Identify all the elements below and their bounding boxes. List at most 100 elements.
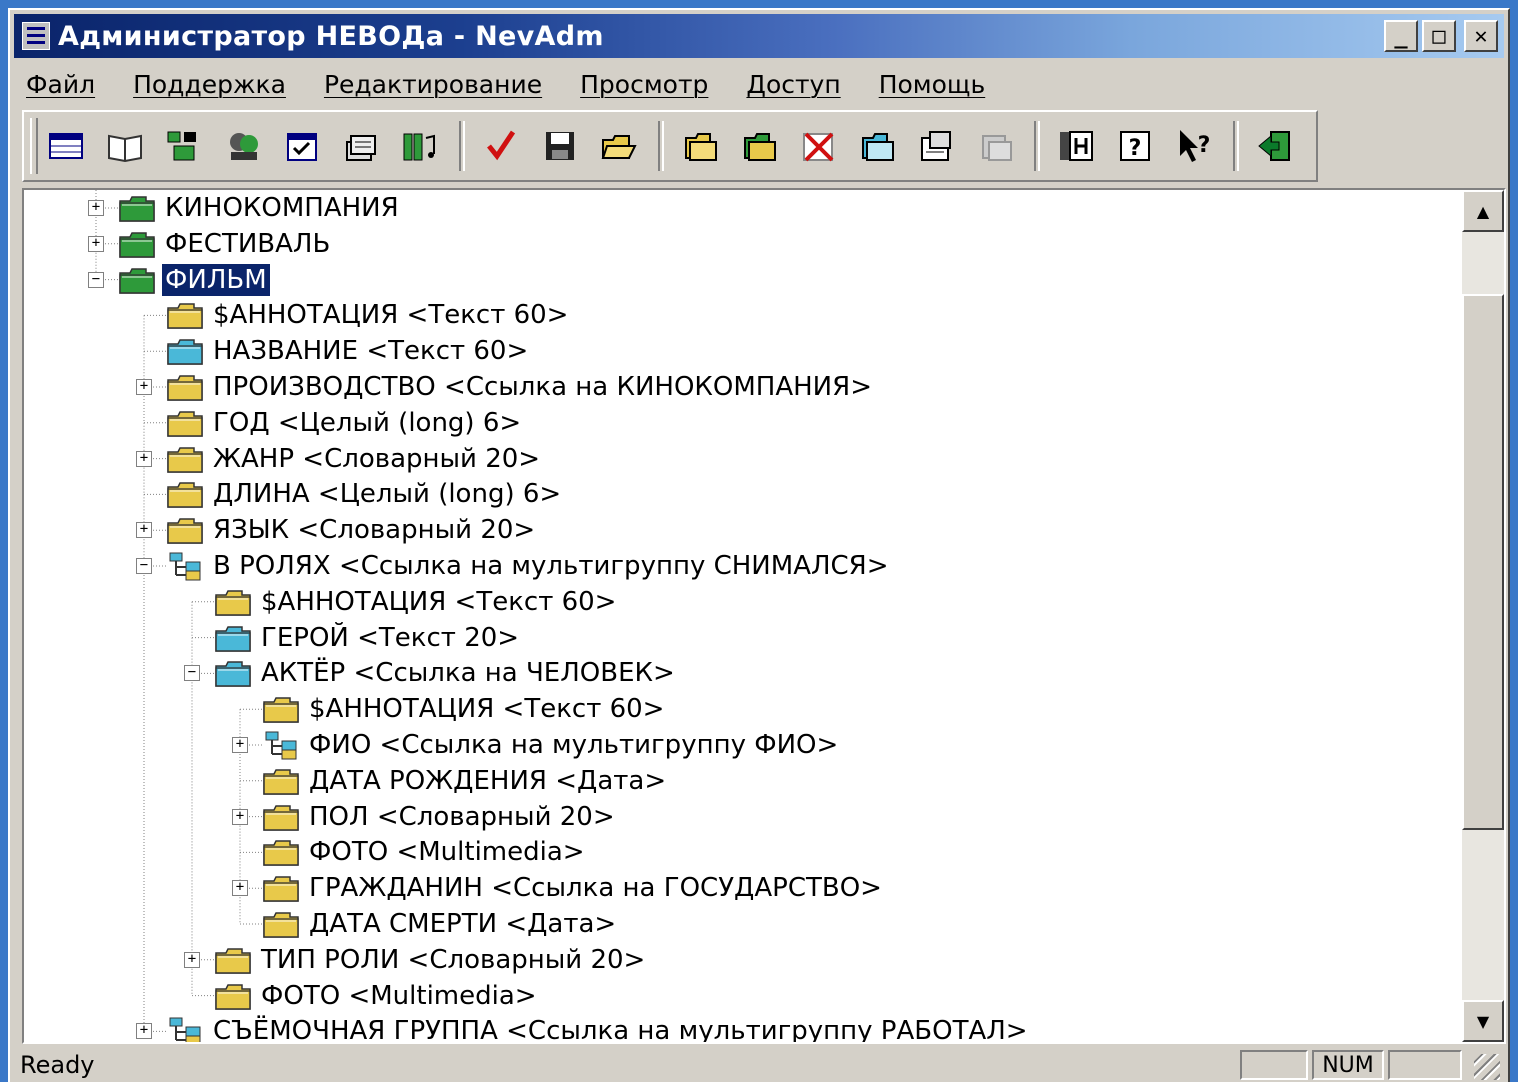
tree-node-label[interactable]: ГЕРОЙ <Текст 20>: [258, 622, 522, 654]
tree-node[interactable]: $АННОТАЦИЯ <Текст 60>: [24, 298, 1424, 332]
index-button[interactable]: [1052, 122, 1100, 170]
tree-node[interactable]: ДЛИНА <Целый (long) 6>: [24, 477, 1424, 511]
book-button[interactable]: [101, 122, 149, 170]
tree-node-label[interactable]: ДЛИНА <Целый (long) 6>: [210, 478, 564, 510]
menu-view[interactable]: Просмотр: [576, 68, 712, 101]
tree-node[interactable]: $АННОТАЦИЯ <Текст 60>: [24, 692, 1424, 726]
scroll-up-button[interactable]: ▲: [1462, 190, 1504, 232]
tree-node-label[interactable]: ДАТА РОЖДЕНИЯ <Дата>: [306, 765, 669, 797]
music-button[interactable]: [396, 122, 444, 170]
tree-node-label[interactable]: ГРАЖДАНИН <Ссылка на ГОСУДАРСТВО>: [306, 872, 885, 904]
tree-node[interactable]: ДАТА СМЕРТИ <Дата>: [24, 907, 1424, 941]
tree-node[interactable]: + ПРОИЗВОДСТВО <Ссылка на КИНОКОМПАНИЯ>: [24, 370, 1424, 404]
vertical-scrollbar[interactable]: ▲ ▼: [1462, 190, 1504, 1042]
expand-icon[interactable]: +: [136, 450, 152, 467]
maximize-button[interactable]: □: [1422, 20, 1456, 52]
minimize-button[interactable]: _: [1384, 20, 1418, 52]
tree-node[interactable]: НАЗВАНИЕ <Текст 60>: [24, 334, 1424, 368]
tree-node[interactable]: ГОД <Целый (long) 6>: [24, 406, 1424, 440]
tree-node-label[interactable]: В РОЛЯХ <Ссылка на мультигруппу СНИМАЛСЯ…: [210, 550, 892, 582]
expand-icon[interactable]: +: [232, 880, 248, 897]
table-button[interactable]: [42, 122, 90, 170]
tree-node[interactable]: + ТИП РОЛИ <Словарный 20>: [24, 943, 1424, 977]
scroll-thumb[interactable]: [1462, 294, 1504, 830]
tree-view[interactable]: + КИНОКОМПАНИЯ + ФЕСТИВАЛЬ − ФИЛЬМ $АННОТАЦИЯ …: [22, 188, 1506, 1044]
tree-node[interactable]: ФОТО <Multimedia>: [24, 835, 1424, 869]
open-folder-button[interactable]: [595, 122, 643, 170]
expand-icon[interactable]: +: [184, 951, 200, 968]
expand-icon[interactable]: +: [136, 379, 152, 395]
expand-icon[interactable]: +: [232, 737, 248, 753]
collapse-icon[interactable]: −: [88, 271, 104, 288]
resize-grip[interactable]: [1474, 1054, 1500, 1080]
tree-node-label[interactable]: КИНОКОМПАНИЯ: [162, 192, 402, 224]
menu-support[interactable]: Поддержка: [129, 68, 290, 101]
scroll-down-button[interactable]: ▼: [1462, 1000, 1504, 1042]
expand-icon[interactable]: +: [136, 522, 152, 539]
tree-node[interactable]: − АКТЁР <Ссылка на ЧЕЛОВЕК>: [24, 656, 1424, 690]
tree-node-label[interactable]: НАЗВАНИЕ <Текст 60>: [210, 335, 531, 367]
help-button[interactable]: ?: [1111, 122, 1159, 170]
tree-node[interactable]: + КИНОКОМПАНИЯ: [24, 191, 1424, 225]
tree-node-label[interactable]: ДАТА СМЕРТИ <Дата>: [306, 908, 619, 940]
tree-node[interactable]: ДАТА РОЖДЕНИЯ <Дата>: [24, 764, 1424, 798]
tree-node[interactable]: + СЪЁМОЧНАЯ ГРУППА <Ссылка на мультигрупп…: [24, 1014, 1424, 1042]
delete-button[interactable]: [794, 122, 842, 170]
toolbar-grip[interactable]: [30, 118, 38, 174]
check-icon: [487, 130, 516, 161]
tree-node-label[interactable]: ЖАНР <Словарный 20>: [210, 443, 543, 475]
disabled-item-button[interactable]: [971, 122, 1019, 170]
menu-file[interactable]: Файл: [22, 68, 99, 101]
exit-button[interactable]: [1251, 122, 1299, 170]
tree-node-label[interactable]: $АННОТАЦИЯ <Текст 60>: [210, 299, 571, 331]
menu-help[interactable]: Помощь: [875, 68, 990, 101]
tree-node-label[interactable]: ПРОИЗВОДСТВО <Ссылка на КИНОКОМПАНИЯ>: [210, 371, 875, 403]
tree-node-label[interactable]: $АННОТАЦИЯ <Текст 60>: [258, 586, 619, 618]
tree-node-label[interactable]: ТИП РОЛИ <Словарный 20>: [258, 944, 648, 976]
collapse-icon[interactable]: −: [136, 558, 152, 574]
check-button[interactable]: [477, 122, 525, 170]
tree-node-label[interactable]: $АННОТАЦИЯ <Текст 60>: [306, 693, 667, 725]
tree-node-label[interactable]: ФИЛЬМ: [161, 262, 271, 297]
collapse-icon[interactable]: −: [184, 665, 200, 682]
menu-edit[interactable]: Редактирование: [320, 68, 546, 101]
app-icon[interactable]: [22, 22, 50, 50]
database-button[interactable]: [160, 122, 208, 170]
tree-node-label[interactable]: СЪЁМОЧНАЯ ГРУППА <Ссылка на мультигруппу…: [210, 1015, 1031, 1042]
tree-node[interactable]: − В РОЛЯХ <Ссылка на мультигруппу СНИМАЛС…: [24, 549, 1424, 583]
tree-node-label[interactable]: АКТЁР <Ссылка на ЧЕЛОВЕК>: [258, 657, 678, 689]
properties-button[interactable]: [912, 122, 960, 170]
tree-node-label[interactable]: ФЕСТИВАЛЬ: [162, 228, 333, 260]
tree-node[interactable]: + ФИО <Ссылка на мультигруппу ФИО>: [24, 728, 1424, 762]
expand-icon[interactable]: +: [136, 1023, 152, 1040]
context-help-button[interactable]: ?: [1170, 122, 1218, 170]
link-button[interactable]: [853, 122, 901, 170]
tree-node[interactable]: ГЕРОЙ <Текст 20>: [24, 621, 1424, 655]
tree-node[interactable]: + ЯЗЫК <Словарный 20>: [24, 513, 1424, 547]
expand-icon[interactable]: +: [88, 200, 104, 216]
copy-item-button[interactable]: [735, 122, 783, 170]
tree-node-label[interactable]: ПОЛ <Словарный 20>: [306, 801, 618, 833]
menu-access[interactable]: Доступ: [742, 68, 844, 101]
close-button[interactable]: ✕: [1464, 20, 1498, 52]
tree-node[interactable]: + ЖАНР <Словарный 20>: [24, 442, 1424, 476]
expand-icon[interactable]: +: [88, 235, 104, 252]
calendar-button[interactable]: [278, 122, 326, 170]
tree-node[interactable]: + ФЕСТИВАЛЬ: [24, 227, 1424, 261]
tree-node-label[interactable]: ФОТО <Multimedia>: [306, 836, 588, 868]
tree-node-label[interactable]: ГОД <Целый (long) 6>: [210, 407, 524, 439]
expand-icon[interactable]: +: [232, 808, 248, 825]
new-item-button[interactable]: [676, 122, 724, 170]
tree-node[interactable]: + ГРАЖДАНИН <Ссылка на ГОСУДАРСТВО>: [24, 871, 1424, 905]
tree-node[interactable]: + ПОЛ <Словарный 20>: [24, 800, 1424, 834]
title-bar[interactable]: Администратор НЕВОДа - NevAdm _ □ ✕: [14, 14, 1504, 58]
save-button[interactable]: [536, 122, 584, 170]
tree-node[interactable]: ФОТО <Multimedia>: [24, 979, 1424, 1013]
users-button[interactable]: [219, 122, 267, 170]
tree-node-label[interactable]: ФОТО <Multimedia>: [258, 980, 540, 1012]
tree-node-label[interactable]: ФИО <Ссылка на мультигруппу ФИО>: [306, 729, 841, 761]
stack-button[interactable]: [337, 122, 385, 170]
tree-node[interactable]: − ФИЛЬМ: [24, 262, 1424, 297]
tree-node[interactable]: $АННОТАЦИЯ <Текст 60>: [24, 585, 1424, 619]
tree-node-label[interactable]: ЯЗЫК <Словарный 20>: [210, 514, 538, 546]
